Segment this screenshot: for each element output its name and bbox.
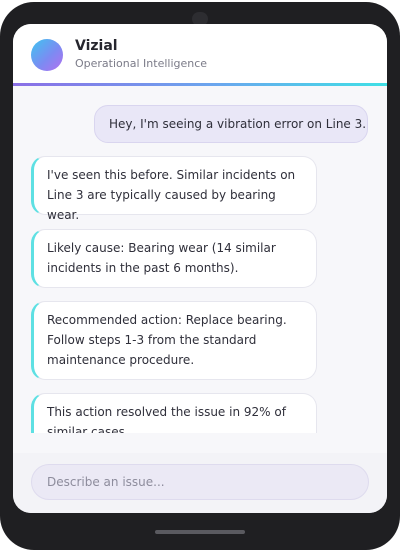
- message-line: Follow steps 1-3 from the standard: [47, 333, 257, 347]
- message-line: Line 3 are typically caused by bearing w…: [47, 188, 276, 222]
- assistant-message: I've seen this before. Similar incidents…: [31, 156, 317, 222]
- chat-header: Vizial Operational Intelligence: [13, 24, 387, 84]
- message-list[interactable]: Hey, I'm seeing a vibration error on Lin…: [13, 86, 387, 433]
- composer-bar: [13, 453, 387, 513]
- chat-screen: Vizial Operational Intelligence Hey, I'm…: [13, 24, 387, 513]
- user-message: Hey, I'm seeing a vibration error on Lin…: [94, 105, 368, 143]
- issue-input[interactable]: [31, 464, 369, 500]
- assistant-message: Recommended action: Replace bearing. Fol…: [31, 301, 317, 380]
- app-logo-icon: [31, 39, 63, 71]
- app-subtitle: Operational Intelligence: [75, 57, 208, 70]
- message-line: incidents in the past 6 months).: [47, 261, 239, 275]
- message-line: Recommended action: Replace bearing.: [47, 313, 287, 327]
- home-indicator[interactable]: [155, 530, 245, 534]
- message-line: Likely cause: Bearing wear (14 similar: [47, 241, 276, 255]
- assistant-message: Likely cause: Bearing wear (14 similar i…: [31, 229, 317, 288]
- assistant-message: This action resolved the issue in 92% of…: [31, 393, 317, 433]
- message-line: maintenance procedure.: [47, 353, 195, 367]
- device-frame: Vizial Operational Intelligence Hey, I'm…: [0, 2, 400, 550]
- message-line: similar cases.: [47, 425, 129, 433]
- message-line: I've seen this before. Similar incidents…: [47, 168, 296, 182]
- app-title: Vizial: [75, 38, 118, 54]
- message-line: This action resolved the issue in 92% of: [47, 405, 286, 419]
